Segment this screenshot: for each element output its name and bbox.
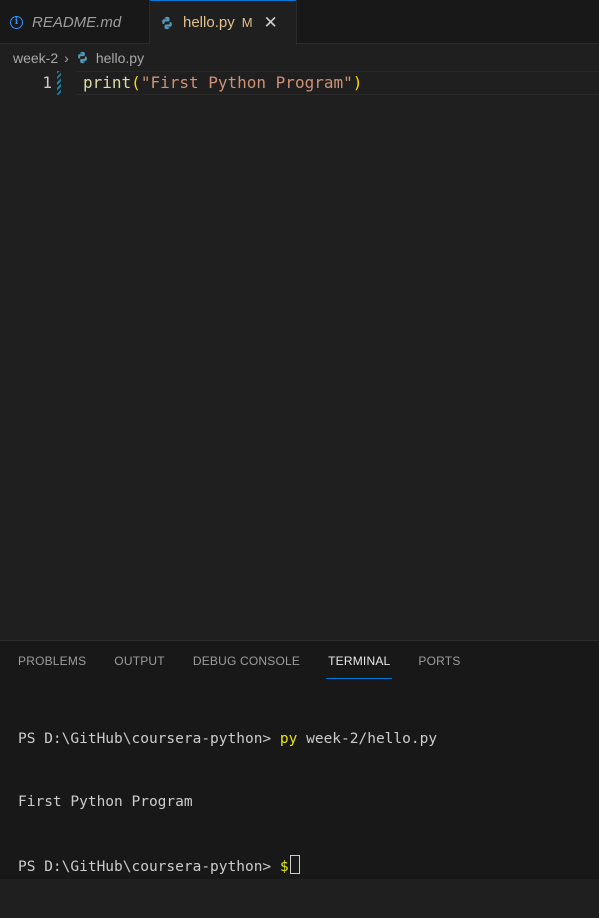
tab-label: README.md (32, 13, 122, 31)
line-number: 1 (42, 73, 52, 92)
modified-badge: M (241, 15, 253, 30)
tab-label: hello.py (183, 14, 235, 31)
tab-debug-console[interactable]: DEBUG CONSOLE (193, 641, 300, 681)
terminal-command-args: week-2/hello.py (297, 731, 438, 747)
terminal-prompt: PS D:\GitHub\coursera-python> (18, 731, 280, 747)
panel-tab-bar: PROBLEMS OUTPUT DEBUG CONSOLE TERMINAL P… (0, 641, 599, 681)
code-string: "First Python Program" (140, 73, 353, 92)
code-text[interactable]: print("First Python Program") (83, 71, 362, 95)
terminal-output[interactable]: PS D:\GitHub\coursera-python> py week-2/… (18, 687, 437, 918)
terminal-line: PS D:\GitHub\coursera-python> py week-2/… (18, 729, 437, 750)
editor-tab-bar: i README.md hello.py M ✕ (0, 0, 599, 45)
tab-output[interactable]: OUTPUT (114, 641, 165, 681)
tab-terminal[interactable]: TERMINAL (326, 641, 393, 681)
breadcrumb: week-2 › hello.py (0, 44, 599, 71)
bottom-panel: PROBLEMS OUTPUT DEBUG CONSOLE TERMINAL P… (0, 640, 599, 879)
terminal-line: First Python Program (18, 792, 437, 813)
code-line: 1 print("First Python Program") (0, 71, 599, 95)
terminal-program-output: First Python Program (18, 794, 193, 810)
terminal-line: PS D:\GitHub\coursera-python> $ (18, 855, 437, 876)
terminal-prompt: PS D:\GitHub\coursera-python> (18, 859, 280, 875)
code-function: print (83, 73, 132, 92)
code-paren-open: ( (131, 73, 141, 92)
terminal-input: $ (279, 859, 289, 875)
code-paren-close: ) (352, 73, 363, 92)
tab-ports[interactable]: PORTS (418, 641, 460, 681)
python-file-icon (77, 51, 87, 64)
chevron-right-icon: › (64, 49, 69, 66)
tab-problems[interactable]: PROBLEMS (18, 641, 86, 681)
gutter-modified-indicator[interactable] (57, 71, 61, 95)
terminal-cursor (289, 855, 300, 874)
tab-hello-py[interactable]: hello.py M ✕ (150, 0, 297, 45)
python-file-icon (162, 16, 172, 29)
breadcrumb-file[interactable]: hello.py (96, 50, 144, 66)
info-icon: i (10, 15, 23, 29)
breadcrumb-folder[interactable]: week-2 (13, 50, 58, 66)
code-editor[interactable]: 1 print("First Python Program") (0, 71, 599, 640)
tab-readme[interactable]: i README.md (0, 0, 150, 44)
terminal-command: py (279, 731, 298, 747)
close-icon[interactable]: ✕ (264, 14, 278, 31)
